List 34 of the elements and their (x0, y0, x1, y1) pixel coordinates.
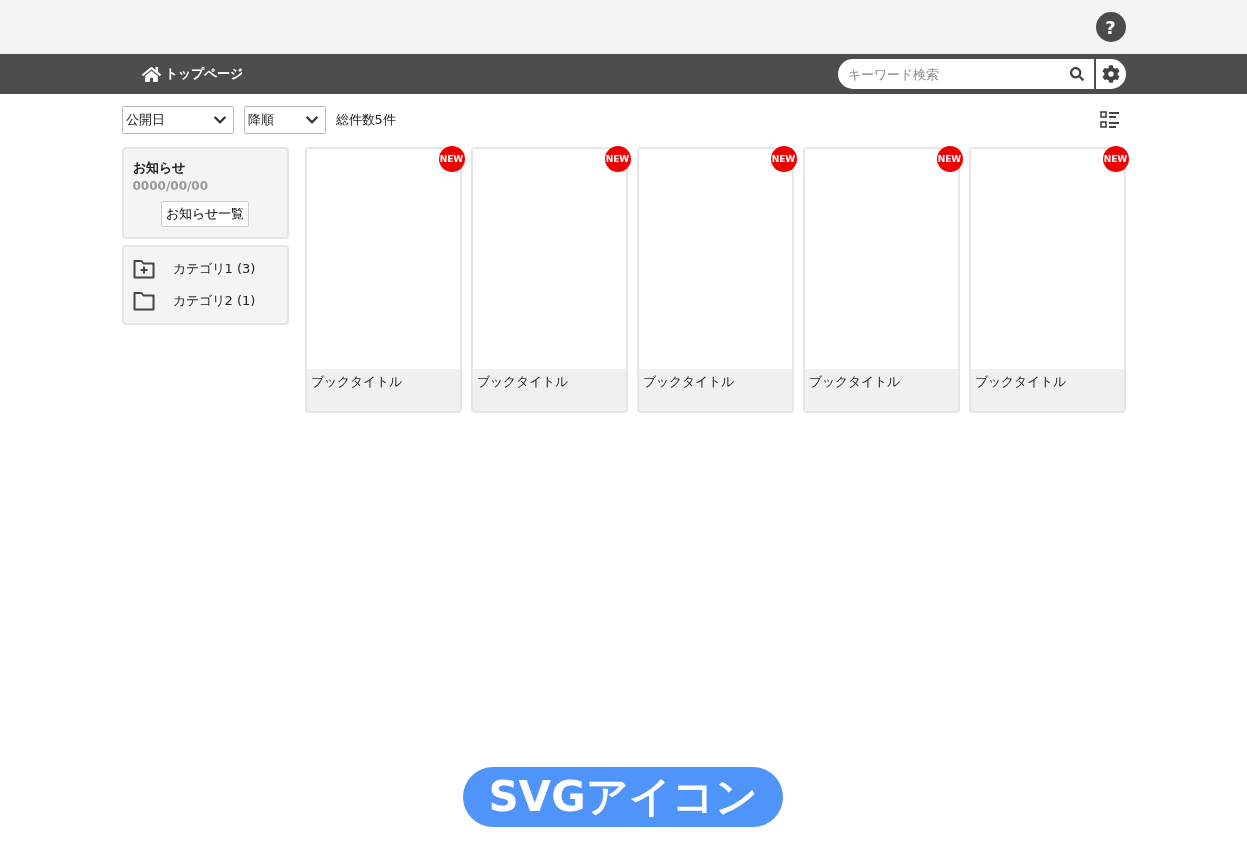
home-link[interactable]: トップページ (141, 64, 243, 84)
settings-icon (1101, 65, 1120, 83)
new-badge: NEW (1102, 146, 1129, 172)
new-badge: NEW (604, 146, 631, 172)
notice-date: 0000/00/00 (132, 179, 210, 193)
sort-order-select[interactable]: 降順 (243, 106, 326, 134)
new-badge: NEW (936, 146, 963, 172)
book-card[interactable]: ブックタイトル NEW (802, 147, 960, 413)
new-badge: NEW (438, 146, 465, 172)
book-title: ブックタイトル (973, 373, 1067, 391)
sort-field-select[interactable]: 公開日 (121, 106, 234, 134)
book-title: ブックタイトル (641, 373, 735, 391)
notice-list-button[interactable]: お知らせ一覧 (161, 201, 249, 227)
caption-label: SVGアイコン (463, 767, 783, 827)
notice-title: お知らせ (132, 159, 186, 177)
folder-plus-icon (132, 259, 155, 279)
category-link[interactable]: カテゴリ2 (1) (132, 285, 278, 317)
total-count: 総件数5件 (335, 111, 396, 129)
book-title: ブックタイトル (807, 373, 901, 391)
search-icon[interactable] (1069, 67, 1084, 81)
new-badge: NEW (770, 146, 797, 172)
category-link[interactable]: カテゴリ1 (3) (132, 253, 278, 285)
home-icon (141, 64, 161, 84)
settings-button[interactable] (1095, 59, 1126, 89)
book-title: ブックタイトル (309, 373, 403, 391)
book-title: ブックタイトル (475, 373, 569, 391)
folder-icon (132, 291, 155, 311)
book-card[interactable]: ブックタイトル NEW (636, 147, 794, 413)
search-field[interactable]: キーワード検索 (837, 59, 1094, 89)
help-button[interactable]: ? (1095, 12, 1126, 42)
book-card[interactable]: ブックタイトル NEW (968, 147, 1126, 413)
book-card[interactable]: ブックタイトル NEW (304, 147, 462, 413)
book-card[interactable]: ブックタイトル NEW (470, 147, 628, 413)
list-view-icon[interactable] (1099, 111, 1120, 129)
